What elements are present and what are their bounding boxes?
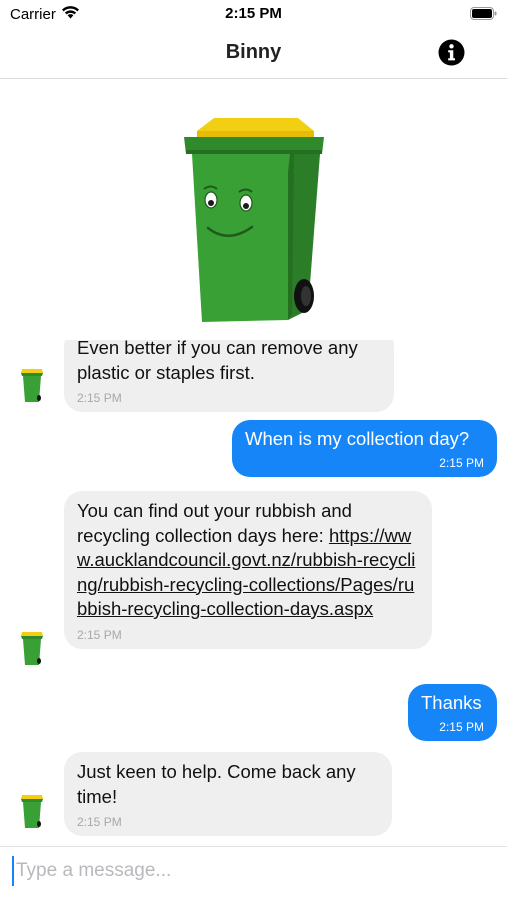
message-text: Just keen to help. Come back any time! (77, 761, 356, 807)
bin-avatar-icon (21, 795, 43, 828)
message-text: You can find out your rubbish and recycl… (77, 499, 418, 622)
bin-avatar-icon (21, 632, 43, 665)
message-bubble-incoming: Even better if you can remove any plasti… (64, 340, 394, 412)
message-time: 2:15 PM (439, 719, 484, 734)
message-time: 2:15 PM (439, 455, 484, 470)
message-bubble-outgoing: Thanks 2:15 PM (408, 684, 497, 741)
info-icon[interactable] (438, 39, 465, 66)
message-text-intro: You can find out your rubbish and recycl… (77, 500, 352, 546)
message-time: 2:15 PM (77, 627, 122, 642)
message-bubble-outgoing: When is my collection day? 2:15 PM (232, 420, 497, 477)
message-text: Even better if you can remove any plasti… (77, 340, 358, 383)
navigation-bar: Binny (0, 28, 507, 79)
bin-avatar-icon (21, 369, 43, 402)
message-time: 2:15 PM (77, 391, 122, 405)
message-text: Thanks (421, 692, 482, 713)
status-bar: Carrier 2:15 PM (0, 0, 507, 28)
message-text: When is my collection day? (245, 428, 470, 449)
chat-message-list[interactable]: Even better if you can remove any plasti… (0, 340, 507, 845)
page-title: Binny (225, 41, 282, 63)
message-bubble-incoming: You can find out your rubbish and recycl… (64, 491, 432, 649)
message-input[interactable] (12, 856, 492, 886)
message-composer (0, 846, 507, 900)
message-bubble-incoming: Just keen to help. Come back any time! 2… (64, 752, 392, 836)
status-time: 2:15 PM (225, 5, 282, 22)
battery-icon (470, 7, 497, 20)
bin-mascot-image (184, 118, 324, 322)
message-time: 2:15 PM (77, 815, 122, 829)
